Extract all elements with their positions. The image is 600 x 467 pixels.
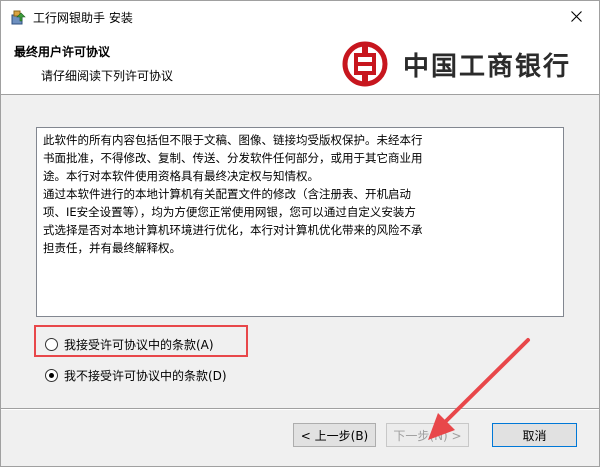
button-separator [1,408,599,410]
license-line: 担责任，并有最终解释权。 [43,241,181,255]
bank-logo: 中国工商银行 [341,38,591,90]
wizard-header: 最终用户许可协议 请仔细阅读下列许可协议 中国工商银行 [1,32,599,95]
license-line: 通过本软件进行的本地计算机有关配置文件的修改（含注册表、开机启动 [43,187,411,201]
decline-terms-label: 我不接受许可协议中的条款(D) [64,369,227,383]
accept-radio-circle[interactable] [45,338,58,351]
decline-terms-radio[interactable]: 我不接受许可协议中的条款(D) [45,367,227,384]
cancel-button[interactable]: 取消 [492,423,577,447]
title-bar[interactable]: 工行网银助手 安装 [1,1,599,32]
accept-terms-radio[interactable]: 我接受许可协议中的条款(A) [45,336,214,353]
page-title: 最终用户许可协议 [14,45,111,59]
logo-text: 中国工商银行 [403,51,572,82]
installer-package-icon [11,10,26,25]
close-icon [570,11,582,22]
next-button[interactable]: 下一步(N) > [386,423,469,447]
license-line: 式选择是否对本地计算机环境进行优化，本行对计算机优化带来的风险不承 [43,223,423,237]
close-button[interactable] [553,1,599,32]
license-line: 途。本行对本软件使用资格具有最终决定权与知情权。 [43,169,319,183]
back-button[interactable]: < 上一步(B) [293,423,376,447]
window-title: 工行网银助手 安装 [33,11,133,25]
license-line: 此软件的所有内容包括但不限于文稿、图像、链接均受版权保护。未经本行 [43,133,423,147]
license-line: 项、IE安全设置等），均为方便您正常使用网银，您可以通过自定义安装方 [43,205,416,219]
decline-radio-circle[interactable] [45,369,58,382]
icbc-logo-icon [342,41,388,87]
page-subtitle: 请仔细阅读下列许可协议 [41,69,174,83]
accept-terms-label: 我接受许可协议中的条款(A) [64,338,214,352]
installer-window: 工行网银助手 安装 最终用户许可协议 请仔细阅读下列许可协议 中国工商银行 此软… [0,0,600,467]
license-text-area[interactable]: 此软件的所有内容包括但不限于文稿、图像、链接均受版权保护。未经本行 书面批准，不… [36,127,564,317]
license-line: 书面批准，不得修改、复制、传送、分发软件任何部分，或用于其它商业用 [43,151,423,165]
